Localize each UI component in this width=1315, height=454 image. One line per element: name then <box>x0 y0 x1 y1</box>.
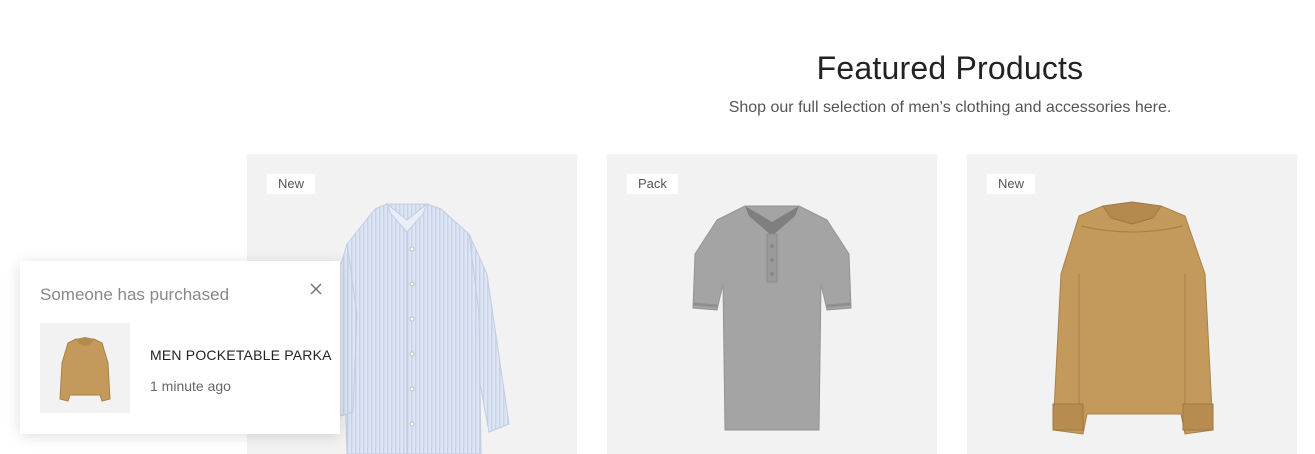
close-icon[interactable] <box>306 279 326 299</box>
popup-product-name[interactable]: MEN POCKETABLE PARKA <box>150 347 332 363</box>
badge-pack: Pack <box>627 174 678 194</box>
featured-products-header: Featured Products Shop our full selectio… <box>600 50 1300 117</box>
badge-new: New <box>987 174 1036 194</box>
popup-time-ago: 1 minute ago <box>150 378 231 394</box>
product-thumb-jacket <box>59 337 111 402</box>
product-image-jacket[interactable] <box>967 154 1297 454</box>
badge-new: New <box>267 174 316 194</box>
popup-product-thumbnail[interactable] <box>40 323 130 413</box>
purchase-notification-popup[interactable]: Someone has purchased MEN POCKETABLE PAR… <box>20 261 340 434</box>
popup-title: Someone has purchased <box>40 285 230 304</box>
product-image-polo[interactable] <box>607 154 937 454</box>
product-card-tan-jacket[interactable]: New <box>967 154 1297 454</box>
section-subtitle: Shop our full selection of men’s clothin… <box>728 99 1172 116</box>
product-card-polo-shirt[interactable]: Pack <box>607 154 937 454</box>
section-title: Featured Products <box>816 50 1084 86</box>
